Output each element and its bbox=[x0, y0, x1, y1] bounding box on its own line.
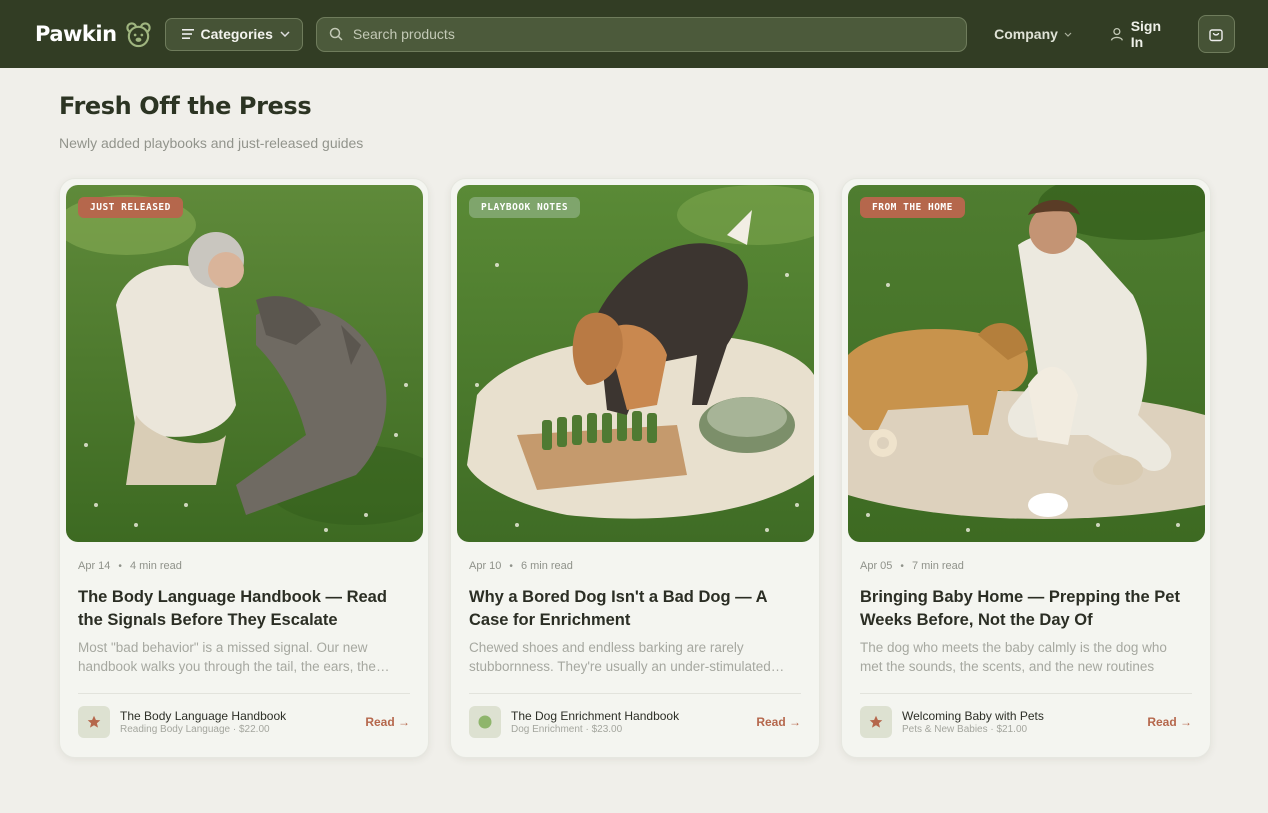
article-image[interactable]: JUST RELEASED bbox=[66, 185, 423, 542]
related-product: The Body Language Handbook Reading Body … bbox=[78, 693, 410, 738]
search-input[interactable] bbox=[352, 26, 955, 42]
article-title[interactable]: Bringing Baby Home — Prepping the Pet We… bbox=[860, 586, 1192, 632]
article-title[interactable]: Why a Bored Dog Isn't a Bad Dog — A Case… bbox=[469, 586, 801, 632]
fresh-off-the-press-section: Fresh Off the Press Newly added playbook… bbox=[0, 68, 1268, 758]
article-card[interactable]: JUST RELEASED Apr 14 • 4 min read The Bo… bbox=[59, 178, 429, 758]
product-category-price: Reading Body Language · $22.00 bbox=[120, 724, 270, 735]
article-card-list: JUST RELEASED Apr 14 • 4 min read The Bo… bbox=[59, 178, 1211, 758]
separator-dot: • bbox=[509, 560, 513, 572]
card-body: Apr 10 • 6 min read Why a Bored Dog Isn'… bbox=[457, 560, 813, 738]
sign-in-link[interactable]: Sign In bbox=[1110, 18, 1177, 50]
product-info: The Body Language Handbook Reading Body … bbox=[120, 709, 286, 735]
sign-in-label: Sign In bbox=[1130, 18, 1162, 50]
read-link[interactable]: Read → bbox=[365, 715, 410, 729]
product-category-price: Dog Enrichment · $23.00 bbox=[511, 724, 623, 735]
section-title: Fresh Off the Press bbox=[59, 92, 312, 120]
product-name: Welcoming Baby with Pets bbox=[902, 709, 1044, 723]
circle-icon bbox=[478, 715, 492, 729]
product-thumbnail bbox=[78, 706, 110, 738]
article-meta: Apr 05 • 7 min read bbox=[860, 560, 1192, 572]
product-info: Welcoming Baby with Pets Pets & New Babi… bbox=[902, 709, 1044, 735]
beagle-enrichment-photo bbox=[457, 185, 814, 542]
brand-name: Pawkin bbox=[35, 22, 117, 46]
chevron-down-icon bbox=[280, 31, 290, 37]
search-bar bbox=[315, 16, 968, 52]
status-badge: JUST RELEASED bbox=[78, 197, 183, 218]
product-info: The Dog Enrichment Handbook Dog Enrichme… bbox=[511, 709, 679, 735]
company-label: Company bbox=[994, 26, 1058, 42]
product-thumbnail bbox=[860, 706, 892, 738]
article-title[interactable]: The Body Language Handbook — Read the Si… bbox=[78, 586, 410, 632]
related-product: Welcoming Baby with Pets Pets & New Babi… bbox=[860, 693, 1192, 738]
separator-dot: • bbox=[900, 560, 904, 572]
article-meta: Apr 14 • 4 min read bbox=[78, 560, 410, 572]
cart-button[interactable] bbox=[1197, 15, 1235, 53]
article-date: Apr 05 bbox=[860, 560, 893, 572]
article-excerpt: The dog who meets the baby calmly is the… bbox=[860, 640, 1167, 674]
article-excerpt: Most "bad behavior" is a missed signal. … bbox=[78, 640, 390, 674]
read-link[interactable]: Read → bbox=[1147, 715, 1192, 729]
woman-with-greyhound-photo bbox=[66, 185, 423, 542]
read-time: 6 min read bbox=[520, 560, 573, 572]
article-excerpt: Chewed shoes and endless barking are rar… bbox=[469, 640, 785, 674]
star-icon bbox=[869, 715, 883, 728]
separator-dot: • bbox=[118, 560, 122, 572]
product-category-price: Pets & New Babies · $21.00 bbox=[902, 724, 1028, 735]
search-icon bbox=[329, 27, 343, 41]
card-body: Apr 14 • 4 min read The Body Language Ha… bbox=[66, 560, 422, 738]
related-product: The Dog Enrichment Handbook Dog Enrichme… bbox=[469, 693, 801, 738]
product-thumbnail bbox=[469, 706, 501, 738]
product-name: The Dog Enrichment Handbook bbox=[511, 709, 680, 723]
menu-icon bbox=[181, 29, 194, 39]
shopping-bag-icon bbox=[1209, 29, 1223, 42]
brand-logo[interactable]: Pawkin bbox=[35, 21, 152, 48]
article-date: Apr 10 bbox=[469, 560, 502, 572]
article-image[interactable]: PLAYBOOK NOTES bbox=[457, 185, 814, 542]
read-time: 4 min read bbox=[129, 560, 182, 572]
product-name: The Body Language Handbook bbox=[120, 709, 287, 723]
read-time: 7 min read bbox=[911, 560, 964, 572]
status-badge: PLAYBOOK NOTES bbox=[469, 197, 581, 218]
user-icon bbox=[1110, 27, 1123, 41]
man-with-golden-retriever-photo bbox=[848, 185, 1205, 542]
chevron-down-icon bbox=[1064, 32, 1072, 37]
star-icon bbox=[87, 715, 101, 728]
article-image[interactable]: FROM THE HOME bbox=[848, 185, 1205, 542]
status-badge: FROM THE HOME bbox=[860, 197, 965, 218]
section-subtitle: Newly added playbooks and just-released … bbox=[59, 135, 364, 151]
categories-label: Categories bbox=[200, 26, 273, 42]
article-date: Apr 14 bbox=[78, 560, 111, 572]
bear-logo-icon bbox=[125, 21, 151, 47]
card-body: Apr 05 • 7 min read Bringing Baby Home —… bbox=[848, 560, 1204, 738]
company-menu[interactable]: Company bbox=[994, 26, 1072, 42]
read-link[interactable]: Read → bbox=[756, 715, 801, 729]
article-meta: Apr 10 • 6 min read bbox=[469, 560, 801, 572]
categories-button[interactable]: Categories bbox=[164, 17, 303, 51]
article-card[interactable]: PLAYBOOK NOTES Apr 10 • 6 min read Why a… bbox=[450, 178, 820, 758]
article-card[interactable]: FROM THE HOME Apr 05 • 7 min read Bringi… bbox=[841, 178, 1211, 758]
top-navigation: Pawkin Categories Company bbox=[0, 0, 1268, 68]
